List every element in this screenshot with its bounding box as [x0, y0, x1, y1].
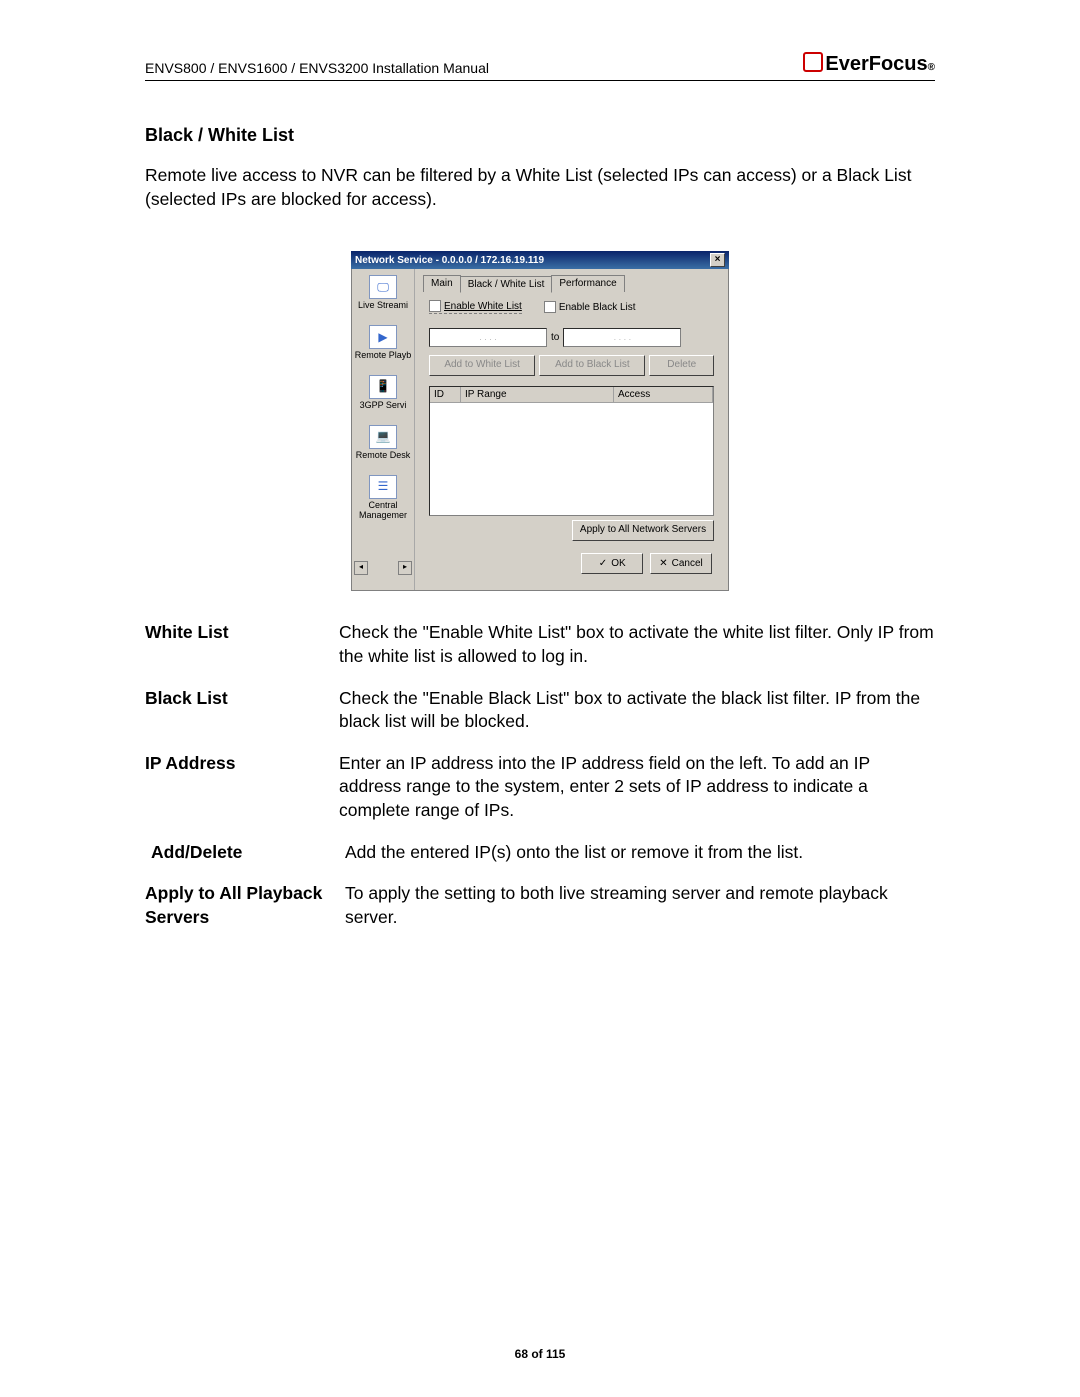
check-icon: ✓ [599, 555, 607, 572]
definition-ip-address: Enter an IP address into the IP address … [339, 752, 935, 823]
manual-page: ENVS800 / ENVS1600 / ENVS3200 Installati… [0, 0, 1080, 1397]
close-icon[interactable]: × [710, 253, 725, 267]
tab-main[interactable]: Main [423, 275, 461, 292]
sidebar-scroll: ◂ ▸ [354, 561, 412, 575]
enable-white-list-label: Enable White List [444, 301, 522, 312]
add-to-white-list-button[interactable]: Add to White List [429, 355, 535, 376]
scroll-right-icon[interactable]: ▸ [398, 561, 412, 575]
term-ip-address: IP Address [145, 752, 339, 823]
apply-all-button[interactable]: Apply to All Network Servers [572, 520, 714, 541]
dialog-action-row: ✓ OK ✕ Cancel [423, 547, 720, 582]
sidebar-item-label: Live Streami [354, 301, 412, 311]
ip-list-table[interactable]: ID IP Range Access [429, 386, 714, 516]
page-header: ENVS800 / ENVS1600 / ENVS3200 Installati… [145, 50, 935, 81]
dialog-right-pane: Main Black / White List Performance Enab… [415, 269, 728, 590]
brand-text: EverFocus [825, 53, 927, 76]
add-delete-row: Add to White List Add to Black List Dele… [429, 355, 714, 376]
sidebar-item-label: Remote Playb [354, 351, 412, 361]
brand-registered: ® [928, 62, 935, 73]
dialog-body: 🖵 Live Streami ▶ Remote Playb 📱 3GPP Ser… [351, 269, 729, 591]
cancel-label: Cancel [672, 555, 703, 572]
section-intro: Remote live access to NVR can be filtere… [145, 164, 935, 211]
tab-strip: Main Black / White List Performance [423, 275, 720, 292]
tab-performance[interactable]: Performance [551, 275, 624, 292]
definition-row: Black List Check the "Enable Black List"… [145, 687, 935, 734]
brand-icon [803, 52, 823, 72]
col-id: ID [430, 387, 461, 402]
tab-black-white-list[interactable]: Black / White List [460, 276, 553, 293]
sidebar-item-label: Remote Desk [354, 451, 412, 461]
enable-black-list-label: Enable Black List [559, 302, 636, 313]
ok-button[interactable]: ✓ OK [581, 553, 643, 574]
cancel-button[interactable]: ✕ Cancel [650, 553, 712, 574]
definition-white-list: Check the "Enable White List" box to act… [339, 621, 935, 668]
3gpp-icon: 📱 [369, 375, 397, 399]
term-add-delete: Add/Delete [145, 841, 345, 865]
ip-from-input[interactable]: . . . . [429, 328, 547, 347]
definitions-list: White List Check the "Enable White List"… [145, 621, 935, 929]
col-access: Access [614, 387, 713, 402]
to-label: to [551, 332, 559, 343]
network-service-dialog: Network Service - 0.0.0.0 / 172.16.19.11… [351, 251, 729, 591]
apply-row: Apply to All Network Servers [429, 520, 714, 541]
enable-black-list-checkbox[interactable]: Enable Black List [544, 300, 636, 314]
definition-row: IP Address Enter an IP address into the … [145, 752, 935, 823]
term-black-list: Black List [145, 687, 339, 734]
enable-white-list-checkbox[interactable]: Enable White List [429, 300, 522, 314]
term-white-list: White List [145, 621, 339, 668]
add-to-black-list-button[interactable]: Add to Black List [539, 355, 645, 376]
remote-playback-icon: ▶ [369, 325, 397, 349]
dialog-sidebar: 🖵 Live Streami ▶ Remote Playb 📱 3GPP Ser… [352, 269, 415, 590]
definition-apply-all: To apply the setting to both live stream… [345, 882, 935, 929]
definition-row: Add/Delete Add the entered IP(s) onto th… [145, 841, 935, 865]
ip-to-input[interactable]: . . . . [563, 328, 681, 347]
col-ip-range: IP Range [461, 387, 614, 402]
page-footer: 68 of 115 [0, 1347, 1080, 1361]
sidebar-item-3gpp[interactable]: 📱 3GPP Servi [354, 375, 412, 411]
definition-add-delete: Add the entered IP(s) onto the list or r… [345, 841, 935, 865]
ip-range-row: . . . . to . . . . [429, 328, 714, 347]
tab-panel-bwlist: Enable White List Enable Black List . . … [423, 292, 720, 547]
table-header: ID IP Range Access [430, 387, 713, 403]
sidebar-item-label: 3GPP Servi [354, 401, 412, 411]
live-streaming-icon: 🖵 [369, 275, 397, 299]
delete-button[interactable]: Delete [649, 355, 714, 376]
dialog-title: Network Service - 0.0.0.0 / 172.16.19.11… [355, 255, 544, 266]
doc-title: ENVS800 / ENVS1600 / ENVS3200 Installati… [145, 60, 489, 76]
remote-desktop-icon: 💻 [369, 425, 397, 449]
enable-row: Enable White List Enable Black List [429, 300, 714, 314]
term-apply-all: Apply to All Playback Servers [145, 882, 345, 929]
definition-row: White List Check the "Enable White List"… [145, 621, 935, 668]
definition-black-list: Check the "Enable Black List" box to act… [339, 687, 935, 734]
definition-row: Apply to All Playback Servers To apply t… [145, 882, 935, 929]
checkbox-icon [544, 301, 556, 313]
central-management-icon: ☰ [369, 475, 397, 499]
sidebar-item-live-streaming[interactable]: 🖵 Live Streami [354, 275, 412, 311]
sidebar-item-central-management[interactable]: ☰ Central Managemer [354, 475, 412, 521]
sidebar-item-remote-playback[interactable]: ▶ Remote Playb [354, 325, 412, 361]
dialog-titlebar[interactable]: Network Service - 0.0.0.0 / 172.16.19.11… [351, 251, 729, 269]
x-icon: ✕ [659, 555, 667, 572]
section-title: Black / White List [145, 125, 935, 146]
sidebar-item-remote-desktop[interactable]: 💻 Remote Desk [354, 425, 412, 461]
scroll-left-icon[interactable]: ◂ [354, 561, 368, 575]
ok-label: OK [611, 555, 625, 572]
checkbox-icon [429, 300, 441, 312]
sidebar-item-label: Central Managemer [354, 501, 412, 521]
brand-logo: EverFocus ® [803, 50, 935, 76]
